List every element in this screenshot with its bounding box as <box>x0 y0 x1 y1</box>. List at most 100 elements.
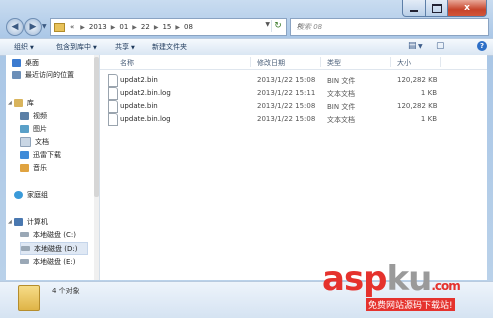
column-date[interactable]: 修改日期 <box>257 58 285 68</box>
address-row: ◀ ▶ ▼ « ▶ 2013 ▶ 01 ▶ 22 ▶ 15 ▶ 08 ▼ ↻ 搜… <box>6 17 489 37</box>
file-size: 1 KB <box>420 89 437 97</box>
chevron-right-icon: ▶ <box>110 23 116 31</box>
nav-item-disk-c[interactable]: 本地磁盘 (C:) <box>20 229 76 240</box>
watermark-brand: aspku.com <box>322 259 461 299</box>
video-icon <box>20 111 29 120</box>
address-dropdown-icon[interactable]: ▼ <box>265 21 270 28</box>
column-divider[interactable] <box>320 57 321 67</box>
close-button[interactable]: x <box>448 0 487 17</box>
preview-pane-icon[interactable]: ▢ <box>436 41 445 51</box>
chevron-right-icon: ▶ <box>175 23 181 31</box>
breadcrumb-01[interactable]: 01 <box>119 23 128 31</box>
column-divider[interactable] <box>250 57 251 67</box>
nav-label: 计算机 <box>26 217 48 226</box>
drive-icon <box>20 232 29 237</box>
file-size: 1 KB <box>420 115 437 123</box>
nav-item-homegroup[interactable]: 家庭组 <box>14 189 48 200</box>
text-file-icon <box>108 87 118 100</box>
nav-item-computer[interactable]: ◢ 计算机 <box>8 216 48 227</box>
nav-item-libraries[interactable]: ◢ 库 <box>8 97 34 108</box>
forward-arrow-icon: ▶ <box>29 22 37 32</box>
folder-icon <box>54 22 65 32</box>
nav-item-disk-d[interactable]: 本地磁盘 (D:) <box>20 242 88 255</box>
homegroup-icon <box>14 190 23 199</box>
minimize-icon <box>410 9 418 12</box>
view-dropdown-icon[interactable]: ▼ <box>418 43 423 50</box>
file-icon <box>108 74 118 87</box>
back-button[interactable]: ◀ <box>6 18 24 36</box>
breadcrumb-15[interactable]: 15 <box>162 23 171 31</box>
item-count: 4 个对象 <box>52 287 80 295</box>
view-options-icon[interactable]: ▤ <box>408 41 417 51</box>
address-bar[interactable]: « ▶ 2013 ▶ 01 ▶ 22 ▶ 15 ▶ 08 ▼ ↻ <box>50 18 287 36</box>
command-bar: 组织 ▼ 包含到库中 ▼ 共享 ▼ 新建文件夹 ▤ ▼ ▢ ? <box>0 38 493 56</box>
nav-scrollbar[interactable] <box>94 55 99 280</box>
scrollbar-thumb[interactable] <box>94 57 99 197</box>
breadcrumb-08[interactable]: 08 <box>184 23 193 31</box>
column-divider[interactable] <box>390 57 391 67</box>
nav-item-videos[interactable]: 视频 <box>20 110 47 121</box>
file-name: update.bin <box>120 102 158 110</box>
file-name: update.bin.log <box>120 115 171 123</box>
chevron-right-icon: ▶ <box>132 23 137 31</box>
nav-item-disk-e[interactable]: 本地磁盘 (E:) <box>20 256 75 267</box>
dropdown-arrow-icon: ▼ <box>131 45 135 51</box>
dropdown-arrow-icon: ▼ <box>30 45 34 51</box>
nav-item-xunlei[interactable]: 迅雷下载 <box>20 149 61 160</box>
file-type: 文本文档 <box>327 90 355 98</box>
breadcrumb-2013[interactable]: 2013 <box>89 23 107 31</box>
refresh-icon[interactable]: ↻ <box>271 20 284 32</box>
help-icon[interactable]: ? <box>477 41 487 51</box>
nav-label: 文档 <box>35 137 49 146</box>
column-size[interactable]: 大小 <box>397 58 411 68</box>
back-arrow-icon: ◀ <box>11 22 19 32</box>
file-date: 2013/1/22 15:08 <box>257 76 316 84</box>
explorer-window: x ◀ ▶ ▼ « ▶ 2013 ▶ 01 ▶ 22 ▶ 15 ▶ 08 ▼ ↻ <box>0 0 493 318</box>
new-folder-button[interactable]: 新建文件夹 <box>152 42 187 52</box>
file-name: updat2.bin <box>120 76 158 84</box>
file-icon <box>108 100 118 113</box>
include-label: 包含到库中 <box>56 43 91 51</box>
nav-label: 桌面 <box>25 58 39 67</box>
search-input[interactable]: 搜索 08 ⌕ <box>290 18 489 36</box>
drive-icon <box>21 246 30 251</box>
file-type: BIN 文件 <box>327 103 356 111</box>
file-list: 名称 修改日期 类型 大小 updat2.bin 2013/1/22 15:08… <box>100 55 487 280</box>
breadcrumb-overflow[interactable]: « <box>70 23 74 31</box>
folder-icon <box>18 285 40 311</box>
share-label: 共享 <box>115 43 129 51</box>
share-button[interactable]: 共享 ▼ <box>115 42 135 52</box>
music-icon <box>20 163 29 172</box>
column-type[interactable]: 类型 <box>327 58 341 68</box>
nav-item-music[interactable]: 音乐 <box>20 162 47 173</box>
file-row[interactable]: updat2.bin.log 2013/1/22 15:11 文本文档 1 KB <box>100 87 487 100</box>
nav-item-pictures[interactable]: 图片 <box>20 123 47 134</box>
organize-button[interactable]: 组织 ▼ <box>14 42 34 52</box>
nav-item-documents[interactable]: 文档 <box>20 136 49 147</box>
maximize-button[interactable] <box>426 0 448 17</box>
expand-arrow-icon: ◢ <box>8 218 12 225</box>
include-in-library-button[interactable]: 包含到库中 ▼ <box>56 42 97 52</box>
column-header: 名称 修改日期 类型 大小 <box>100 55 487 70</box>
file-row[interactable]: updat2.bin 2013/1/22 15:08 BIN 文件 120,28… <box>100 74 487 87</box>
document-icon <box>20 136 31 147</box>
nav-label: 本地磁盘 (E:) <box>33 257 76 266</box>
file-row[interactable]: update.bin.log 2013/1/22 15:08 文本文档 1 KB <box>100 113 487 126</box>
nav-label: 本地磁盘 (C:) <box>33 230 76 239</box>
chevron-right-icon: ▶ <box>80 23 85 31</box>
file-size: 120,282 KB <box>397 76 438 84</box>
column-divider[interactable] <box>440 57 441 67</box>
forward-button[interactable]: ▶ <box>24 18 42 36</box>
recent-pages-dropdown[interactable]: ▼ <box>42 23 47 30</box>
library-icon <box>13 98 23 107</box>
watermark-asp: asp <box>322 259 388 299</box>
file-row[interactable]: update.bin 2013/1/22 15:08 BIN 文件 120,28… <box>100 100 487 113</box>
nav-item-desktop[interactable]: 桌面 <box>12 57 39 68</box>
nav-item-recent[interactable]: 最近访问的位置 <box>12 69 74 80</box>
breadcrumb-22[interactable]: 22 <box>141 23 150 31</box>
dropdown-arrow-icon: ▼ <box>93 45 97 51</box>
minimize-button[interactable] <box>402 0 426 17</box>
column-name[interactable]: 名称 <box>120 58 134 68</box>
nav-label: 库 <box>26 98 34 107</box>
file-date: 2013/1/22 15:08 <box>257 115 316 123</box>
